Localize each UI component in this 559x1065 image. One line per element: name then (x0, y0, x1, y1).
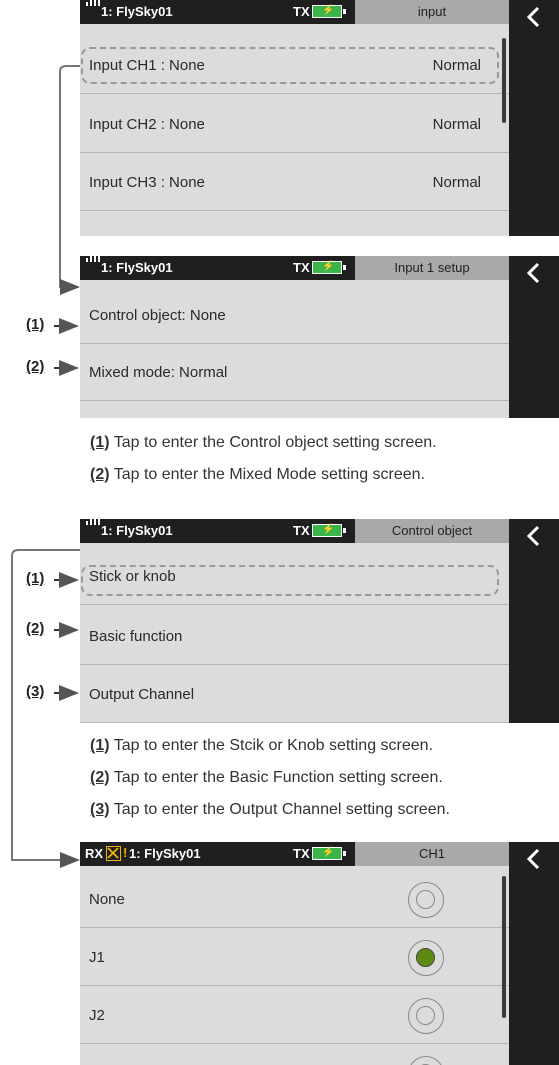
row-label: Input CH2 : None (89, 116, 205, 133)
basic-function-row[interactable]: Basic function (80, 609, 509, 665)
input-ch2-row[interactable]: Input CH2 : None Normal (80, 97, 509, 153)
callout-label: (1) (26, 570, 45, 587)
model-name: 1: FlySky01 (101, 523, 173, 538)
back-icon[interactable] (523, 262, 545, 284)
back-icon[interactable] (523, 848, 545, 870)
radio-button[interactable] (408, 1056, 444, 1065)
row-label: Basic function (89, 628, 183, 645)
callout-label: (2) (26, 620, 45, 637)
radio-button-selected[interactable] (408, 940, 444, 976)
alert-icon: ! (123, 845, 128, 860)
row-label: J2 (89, 1007, 105, 1024)
channel-select-screen: RX ! 1: FlySky01 TX ⚡ CH1 None J1 J2 (80, 842, 559, 1065)
note-line: (2) Tap to enter the Mixed Mode setting … (90, 466, 425, 483)
row-label: None (89, 891, 125, 908)
back-icon[interactable] (523, 6, 545, 28)
option-j1-row[interactable]: J1 (80, 930, 509, 986)
side-panel (509, 256, 559, 418)
row-label: Output Channel (89, 686, 195, 703)
tx-label: TX (293, 846, 310, 861)
row-value: Normal (432, 116, 481, 133)
side-panel (509, 0, 559, 236)
rx-label: RX (85, 846, 104, 861)
input-setup-screen: 1: FlySky01 TX ⚡ Input 1 setup Control o… (80, 256, 559, 418)
row-label: Control object: None (89, 307, 226, 324)
option-none-row[interactable]: None (80, 872, 509, 928)
highlight-box (81, 47, 499, 84)
model-name: 1: FlySky01 (101, 260, 173, 275)
screen-title: Input 1 setup (355, 256, 509, 280)
input-list-screen: 1: FlySky01 TX ⚡ input Input CH1 : None N… (80, 0, 559, 236)
scrollbar[interactable] (502, 876, 506, 1018)
battery-icon: ⚡ (312, 5, 346, 18)
side-panel (509, 842, 559, 1065)
option-j2-row[interactable]: J2 (80, 988, 509, 1044)
radio-button[interactable] (408, 998, 444, 1034)
tx-label: TX (293, 4, 310, 19)
row-label: Mixed mode: Normal (89, 364, 228, 381)
input-ch4-row[interactable] (80, 213, 509, 236)
highlight-box (81, 565, 499, 596)
option-j3-row[interactable] (80, 1046, 509, 1065)
screen-title: input (355, 0, 509, 24)
battery-icon: ⚡ (312, 524, 346, 537)
screen-title: CH1 (355, 842, 509, 866)
note-line: (1) Tap to enter the Control object sett… (90, 434, 437, 451)
note-line: (3) Tap to enter the Output Channel sett… (90, 801, 450, 818)
row-value: Normal (432, 174, 481, 191)
radio-button[interactable] (408, 882, 444, 918)
model-name: 1: FlySky01 (101, 4, 173, 19)
back-icon[interactable] (523, 525, 545, 547)
control-object-screen: 1: FlySky01 TX ⚡ Control object Stick or… (80, 519, 559, 723)
scrollbar[interactable] (502, 38, 506, 123)
callout-label: (2) (26, 358, 45, 375)
note-line: (1) Tap to enter the Stcik or Knob setti… (90, 737, 434, 754)
tx-label: TX (293, 523, 310, 538)
mixed-mode-row[interactable]: Mixed mode: Normal (80, 345, 509, 401)
input-ch3-row[interactable]: Input CH3 : None Normal (80, 155, 509, 211)
callout-label: (1) (26, 316, 45, 333)
rx-warning-icon (106, 846, 121, 861)
note-line: (2) Tap to enter the Basic Function sett… (90, 769, 443, 786)
callout-label: (3) (26, 683, 45, 700)
side-panel (509, 519, 559, 723)
battery-icon: ⚡ (312, 847, 346, 860)
row-label: Input CH3 : None (89, 174, 205, 191)
control-object-row[interactable]: Control object: None (80, 288, 509, 344)
tx-label: TX (293, 260, 310, 275)
screen-title: Control object (355, 519, 509, 543)
battery-icon: ⚡ (312, 261, 346, 274)
row-label: J1 (89, 949, 105, 966)
output-channel-row[interactable]: Output Channel (80, 667, 509, 723)
model-name: 1: FlySky01 (129, 846, 201, 861)
